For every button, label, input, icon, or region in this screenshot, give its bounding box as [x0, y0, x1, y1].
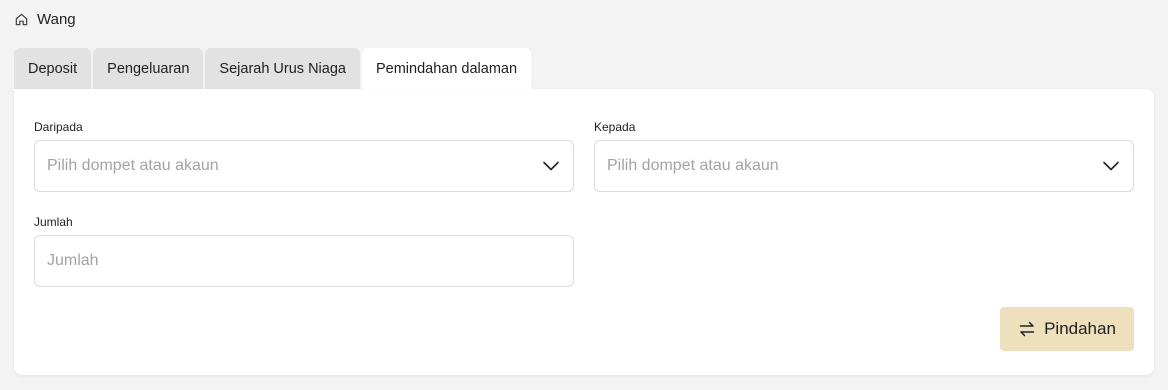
tab-label: Pengeluaran [107, 60, 190, 77]
chevron-down-icon [541, 156, 561, 176]
to-select[interactable]: Pilih dompet atau akaun [594, 140, 1134, 192]
tab-label: Sejarah Urus Niaga [219, 60, 346, 77]
tab-sejarah-urus-niaga[interactable]: Sejarah Urus Niaga [205, 48, 360, 89]
transfer-button-label: Pindahan [1044, 319, 1116, 338]
chevron-down-icon [1101, 156, 1121, 176]
tab-label: Pemindahan dalaman [375, 60, 518, 77]
home-icon[interactable] [14, 12, 29, 27]
tab-label: Deposit [28, 60, 78, 77]
breadcrumb-label[interactable]: Wang [37, 11, 76, 28]
to-label: Kepada [594, 120, 636, 134]
to-select-placeholder: Pilih dompet atau akaun [607, 157, 779, 174]
transfer-form-card: Daripada Pilih dompet atau akaun Kepada … [14, 89, 1154, 375]
tab-deposit[interactable]: Deposit [14, 48, 92, 89]
tab-bar: Deposit Pengeluaran Sejarah Urus Niaga P… [14, 48, 532, 89]
from-label: Daripada [34, 120, 83, 134]
breadcrumb: Wang [14, 11, 76, 28]
amount-label: Jumlah [34, 215, 73, 229]
transfer-arrows-icon [1018, 320, 1036, 338]
tab-pengeluaran[interactable]: Pengeluaran [93, 48, 204, 89]
amount-input[interactable] [34, 235, 574, 287]
transfer-button[interactable]: Pindahan [1000, 307, 1134, 351]
from-select-placeholder: Pilih dompet atau akaun [47, 157, 219, 174]
tab-pemindahan-dalaman[interactable]: Pemindahan dalaman [361, 48, 532, 89]
from-select[interactable]: Pilih dompet atau akaun [34, 140, 574, 192]
